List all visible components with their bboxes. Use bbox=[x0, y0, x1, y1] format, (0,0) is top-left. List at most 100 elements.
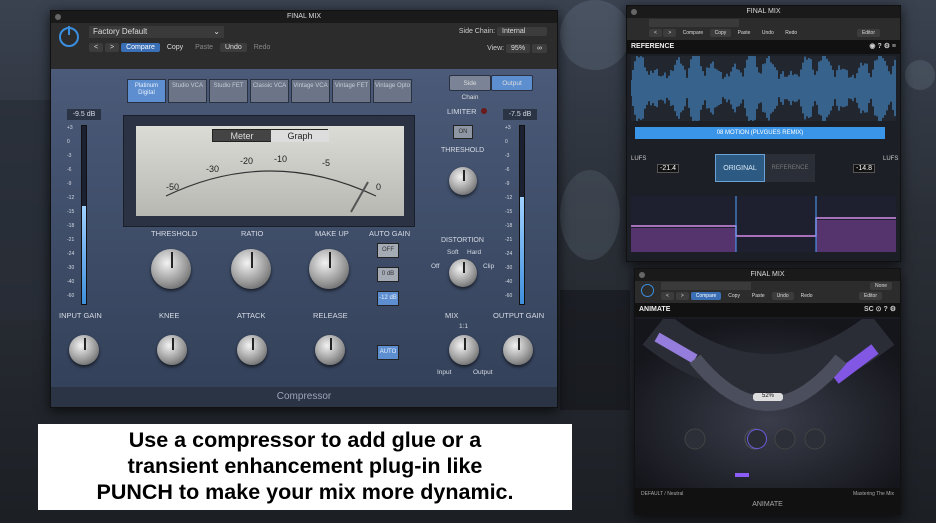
mix-input-label: Input bbox=[437, 369, 452, 376]
makeup-knob[interactable] bbox=[309, 249, 349, 289]
caption-line-3: PUNCH to make your mix more dynamic. bbox=[96, 480, 514, 504]
toolbar-icons[interactable]: SC ⊙ ? ⚙ bbox=[864, 305, 896, 313]
link-icon[interactable]: ∞ bbox=[532, 44, 547, 53]
side-chain-button[interactable]: Side Chain bbox=[449, 75, 491, 101]
copy-button[interactable]: Copy bbox=[723, 292, 745, 300]
redo-button[interactable]: Redo bbox=[780, 29, 802, 37]
output-meter bbox=[519, 125, 525, 305]
compressor-footer: Compressor bbox=[51, 387, 557, 407]
lufs-right-label: LUFS bbox=[883, 156, 899, 162]
waveform-display[interactable] bbox=[630, 51, 896, 125]
side-chain-select[interactable]: Internal bbox=[497, 27, 547, 36]
input-meter bbox=[81, 125, 87, 305]
view-select[interactable]: Editor bbox=[856, 29, 880, 37]
threshold-knob[interactable] bbox=[151, 249, 191, 289]
prev-button[interactable]: < bbox=[89, 43, 104, 52]
copy-button[interactable]: Copy bbox=[709, 29, 732, 37]
next-button[interactable]: > bbox=[675, 292, 689, 300]
animate-footer: DEFAULT / Neutral Mastering The Mix ANIM… bbox=[635, 488, 900, 514]
undo-button[interactable]: Undo bbox=[757, 29, 779, 37]
lufs-right-value: -14.8 bbox=[853, 164, 875, 173]
original-button[interactable]: ORIGINAL bbox=[715, 154, 765, 182]
compare-button[interactable]: Compare bbox=[121, 43, 160, 52]
compare-button[interactable]: Compare bbox=[690, 292, 722, 300]
auto-release-button[interactable]: AUTO bbox=[377, 345, 399, 360]
vu-scale-label: -30 bbox=[206, 164, 220, 174]
meter-tick: 0 bbox=[67, 139, 70, 145]
mix-percent: 52% bbox=[761, 393, 774, 399]
meter-tick: -9 bbox=[505, 181, 510, 187]
power-icon[interactable] bbox=[59, 26, 79, 47]
side-chain-select[interactable]: None bbox=[870, 282, 892, 290]
model-tab-classic-vca[interactable]: Classic VCA bbox=[250, 79, 289, 103]
knee-knob[interactable] bbox=[157, 335, 187, 365]
meter-tick: -21 bbox=[67, 237, 75, 243]
preset-label[interactable]: DEFAULT / Neutral bbox=[641, 491, 683, 497]
preset-menu[interactable] bbox=[661, 282, 751, 290]
input-level-readout: -9.5 dB bbox=[67, 109, 101, 120]
close-dot[interactable] bbox=[639, 272, 645, 278]
side-chain-label: Side Chain: bbox=[458, 28, 496, 35]
limiter-threshold-label: THRESHOLD bbox=[441, 147, 485, 154]
meter-tick: -18 bbox=[505, 223, 513, 229]
compressor-body: Platinum Digital Studio VCA Studio FET Clas… bbox=[51, 69, 557, 387]
view-select[interactable]: Editor bbox=[858, 292, 882, 300]
reference-button[interactable]: REFERENCE bbox=[765, 154, 815, 182]
brand-label: Mastering The Mix bbox=[852, 491, 894, 497]
output-gain-knob[interactable] bbox=[503, 335, 533, 365]
preset-menu[interactable]: Factory Default ⌄ bbox=[89, 26, 224, 38]
input-gain-knob[interactable] bbox=[69, 335, 99, 365]
window-title: FINAL MIX bbox=[750, 271, 785, 278]
lufs-left-value: -21.4 bbox=[657, 164, 679, 173]
model-tab-vintage-fet[interactable]: Vintage FET bbox=[332, 79, 371, 103]
release-knob[interactable] bbox=[315, 335, 345, 365]
dist-clip: Clip bbox=[483, 263, 495, 270]
model-tab-studio-vca[interactable]: Studio VCA bbox=[168, 79, 207, 103]
auto-gain-minus12[interactable]: -12 dB bbox=[377, 291, 399, 306]
undo-button[interactable]: Undo bbox=[220, 43, 247, 52]
punch-module-icon[interactable] bbox=[747, 429, 767, 449]
power-icon[interactable] bbox=[641, 284, 654, 297]
dist-off: Off bbox=[431, 263, 440, 270]
paste-button[interactable]: Paste bbox=[747, 292, 770, 300]
close-dot[interactable] bbox=[631, 9, 637, 15]
preset-menu[interactable] bbox=[649, 19, 739, 27]
auto-gain-off[interactable]: OFF bbox=[377, 243, 399, 258]
limiter-threshold-knob[interactable] bbox=[449, 167, 477, 195]
model-tab-vintage-opto[interactable]: Vintage Opto bbox=[373, 79, 412, 103]
model-tab-platinum-digital[interactable]: Platinum Digital bbox=[127, 79, 166, 103]
redo-button[interactable]: Redo bbox=[249, 43, 276, 52]
knee-label: KNEE bbox=[159, 311, 180, 320]
model-tab-studio-fet[interactable]: Studio FET bbox=[209, 79, 248, 103]
prev-button[interactable]: < bbox=[649, 29, 662, 37]
plugin-name: REFERENCE bbox=[631, 43, 675, 50]
close-dot[interactable] bbox=[55, 14, 61, 20]
copy-button[interactable]: Copy bbox=[162, 43, 188, 52]
window-title: FINAL MIX bbox=[746, 8, 781, 15]
track-bar[interactable]: 08 MOTION (PLVGUES REMIX) bbox=[635, 127, 885, 139]
reference-header-bar: < > Compare Copy Paste Undo Redo Editor bbox=[627, 18, 900, 40]
level-graph-lines bbox=[631, 196, 896, 252]
view-select[interactable]: 95% bbox=[506, 44, 531, 53]
attack-knob[interactable] bbox=[237, 335, 267, 365]
paste-button[interactable]: Paste bbox=[733, 29, 756, 37]
output-button[interactable]: Output bbox=[491, 75, 533, 91]
chevron-down-icon: ⌄ bbox=[213, 27, 220, 36]
paste-button[interactable]: Paste bbox=[190, 43, 218, 52]
limiter-on-button[interactable]: ON bbox=[453, 125, 473, 139]
distortion-knob[interactable] bbox=[449, 259, 477, 287]
ratio-knob[interactable] bbox=[231, 249, 271, 289]
redo-button[interactable]: Redo bbox=[796, 292, 818, 300]
undo-button[interactable]: Undo bbox=[771, 292, 794, 300]
next-button[interactable]: > bbox=[105, 43, 120, 52]
compare-button[interactable]: Compare bbox=[678, 29, 709, 37]
auto-gain-0db[interactable]: 0 dB bbox=[377, 267, 399, 282]
animate-visual bbox=[635, 319, 900, 489]
model-tab-vintage-vca[interactable]: Vintage VCA bbox=[291, 79, 330, 103]
vu-scale-label: -5 bbox=[322, 158, 331, 168]
vu-arc bbox=[165, 170, 377, 213]
next-button[interactable]: > bbox=[663, 29, 677, 37]
mix-knob[interactable] bbox=[449, 335, 479, 365]
toolbar-icons[interactable]: ◉ ? ⚙ ≡ bbox=[869, 42, 896, 50]
prev-button[interactable]: < bbox=[661, 292, 674, 300]
